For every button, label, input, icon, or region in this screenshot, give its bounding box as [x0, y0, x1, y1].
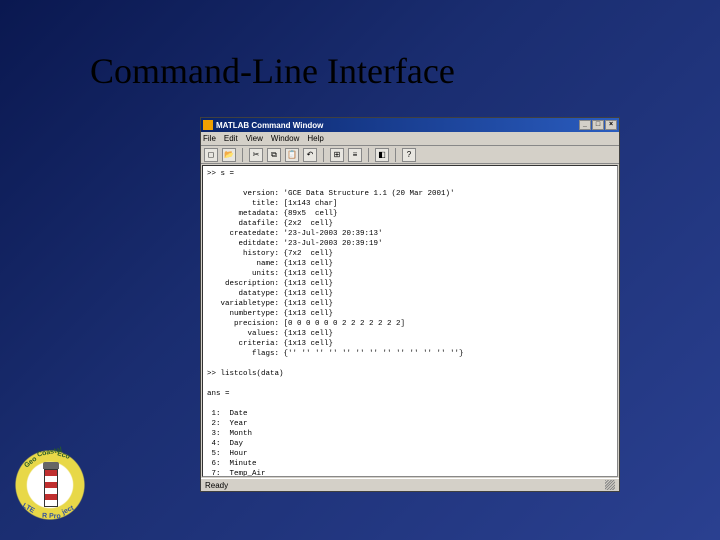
toolbar-separator — [323, 148, 324, 162]
menu-window[interactable]: Window — [271, 134, 299, 143]
slide-title: Command-Line Interface — [90, 50, 455, 92]
app-icon — [203, 120, 213, 130]
toolbar: ◻ 📂 ✂ ⧉ 📋 ↶ ⊞ ≡ ◧ ? — [201, 146, 619, 164]
close-button[interactable]: × — [605, 120, 617, 130]
menu-edit[interactable]: Edit — [224, 134, 238, 143]
cut-button[interactable]: ✂ — [249, 148, 263, 162]
open-file-button[interactable]: 📂 — [222, 148, 236, 162]
gce-lter-logo: Geo Coastal Eco LTE R Pro ject — [10, 445, 95, 530]
menu-view[interactable]: View — [246, 134, 263, 143]
command-console[interactable]: >> s = version: 'GCE Data Structure 1.1 … — [202, 165, 618, 477]
logo-text-bottom: LTE R Pro ject — [10, 445, 90, 525]
simulink-button[interactable]: ◧ — [375, 148, 389, 162]
resize-grip-icon[interactable] — [605, 480, 615, 490]
toolbar-separator — [368, 148, 369, 162]
copy-button[interactable]: ⧉ — [267, 148, 281, 162]
maximize-button[interactable]: □ — [592, 120, 604, 130]
toolbar-separator — [395, 148, 396, 162]
menu-help[interactable]: Help — [307, 134, 323, 143]
help-button[interactable]: ? — [402, 148, 416, 162]
new-file-button[interactable]: ◻ — [204, 148, 218, 162]
paste-button[interactable]: 📋 — [285, 148, 299, 162]
statusbar: Ready — [201, 478, 619, 491]
titlebar[interactable]: MATLAB Command Window _ □ × — [201, 118, 619, 132]
window-title: MATLAB Command Window — [216, 121, 579, 130]
minimize-button[interactable]: _ — [579, 120, 591, 130]
matlab-command-window: MATLAB Command Window _ □ × File Edit Vi… — [200, 117, 620, 492]
path-button[interactable]: ≡ — [348, 148, 362, 162]
menubar: File Edit View Window Help — [201, 132, 619, 146]
toolbar-separator — [242, 148, 243, 162]
workspace-button[interactable]: ⊞ — [330, 148, 344, 162]
status-text: Ready — [205, 481, 605, 490]
menu-file[interactable]: File — [203, 134, 216, 143]
undo-button[interactable]: ↶ — [303, 148, 317, 162]
